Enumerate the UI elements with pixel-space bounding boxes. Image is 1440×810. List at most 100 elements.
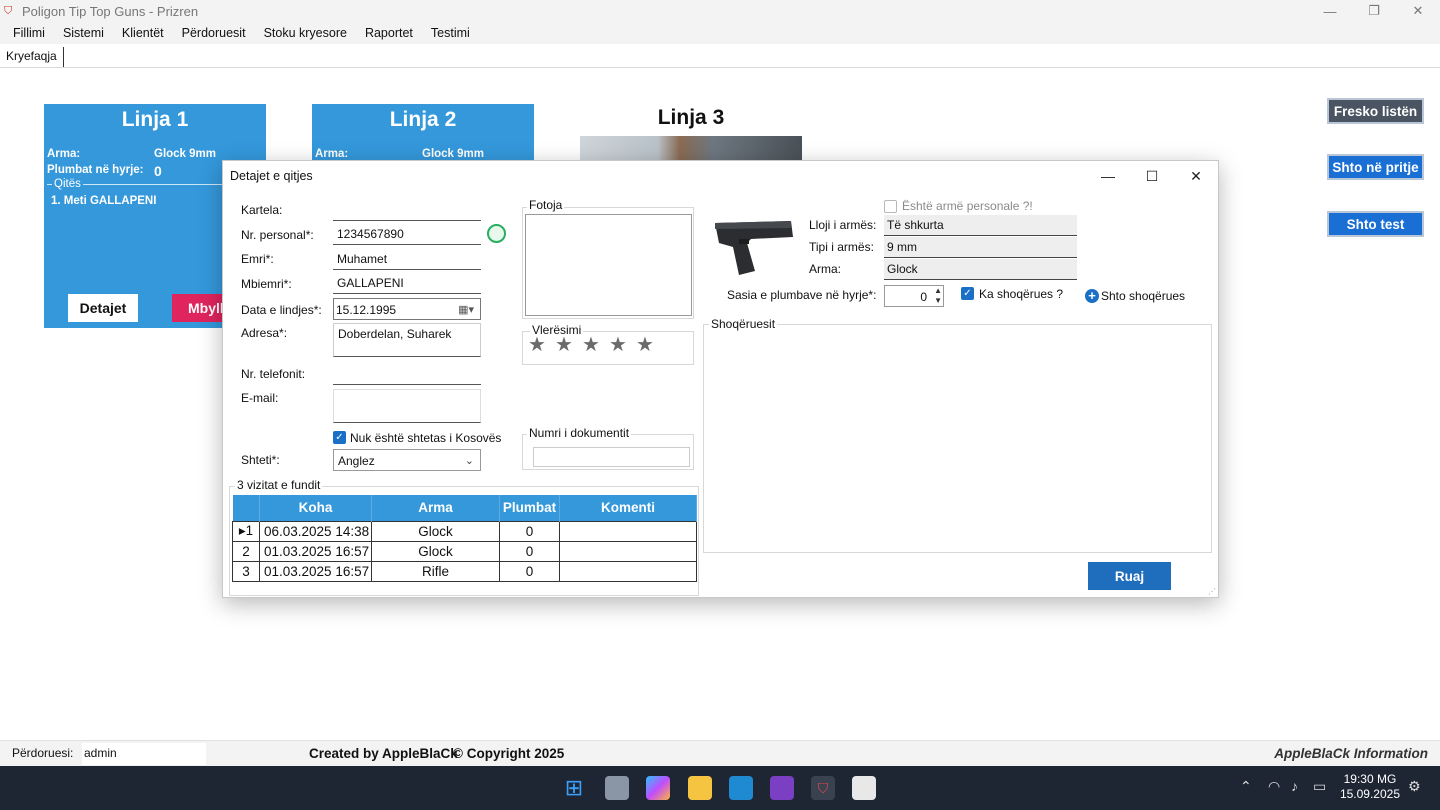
menu-testimi[interactable]: Testimi <box>422 26 479 40</box>
taskbar: ⊞ ⛉ ⌃ ◠ ♪ ▭ 19:30 MG 15.09.2025 ⚙ <box>0 766 1440 810</box>
stepper-arrows-icon[interactable]: ▲ ▼ <box>934 286 942 306</box>
copilot-icon[interactable] <box>646 776 670 800</box>
not-kosovo-label: Nuk është shtetas i Kosovës <box>350 431 502 445</box>
star-icon[interactable]: ★ <box>609 332 627 357</box>
tipi-label: Tipi i armës: <box>809 240 874 254</box>
menu-bar: Fillimi Sistemi Klientët Përdoruesit Sto… <box>0 22 1440 44</box>
dob-value: 15.12.1995 <box>336 303 397 317</box>
clock-date: 15.09.2025 <box>1339 787 1400 801</box>
visits-header-row: Koha Arma Plumbat Komenti <box>232 495 697 521</box>
tab-kryefaqja[interactable]: Kryefaqja <box>0 47 64 67</box>
add-companion-button[interactable]: Shto shoqërues <box>1101 289 1185 303</box>
photo-group <box>522 207 694 319</box>
info-link[interactable]: AppleBlaCk Information <box>1274 746 1428 761</box>
close-icon[interactable]: ✕ <box>1396 0 1440 22</box>
calendar-icon[interactable]: ▦▾ <box>458 299 474 321</box>
table-row[interactable]: ▸1 06.03.2025 14:38 Glock 0 <box>232 520 697 542</box>
tipi-value[interactable]: 9 mm <box>884 237 1077 258</box>
chevron-up-icon[interactable]: ⌃ <box>1240 778 1252 795</box>
line-1-arma-label: Arma: <box>47 148 81 160</box>
tel-input[interactable] <box>333 363 481 385</box>
shteti-select[interactable]: Anglez ⌄ <box>333 449 481 471</box>
adresa-label: Adresa*: <box>241 326 288 340</box>
restore-icon[interactable]: ❐ <box>1352 0 1396 22</box>
cell-plumbat: 0 <box>499 520 560 542</box>
not-kosovo-checkbox[interactable]: ✓ <box>333 431 346 444</box>
store-icon[interactable] <box>729 776 753 800</box>
bullets-value: 0 <box>920 290 927 304</box>
dialog-maximize-icon[interactable]: ☐ <box>1130 161 1174 191</box>
email-input[interactable] <box>333 389 481 423</box>
file-explorer-icon[interactable] <box>688 776 712 800</box>
menu-perdoruesit[interactable]: Përdoruesit <box>173 26 255 40</box>
refresh-list-button[interactable]: Fresko listën <box>1327 98 1424 124</box>
windows-start-icon[interactable]: ⊞ <box>562 775 586 800</box>
personal-weapon-label: Është armë personale ?! <box>902 199 1033 213</box>
app-titlebar: ⛉ Poligon Tip Top Guns - Prizren — ❐ ✕ <box>0 0 1440 22</box>
cell-koha: 06.03.2025 14:38 <box>259 520 372 542</box>
resize-grip-icon[interactable]: ⋰ <box>1208 587 1216 596</box>
companions-checkbox[interactable]: ✓ <box>961 287 974 300</box>
add-companion-icon[interactable]: + <box>1085 289 1099 303</box>
clock-time: 19:30 MG <box>1343 772 1397 786</box>
battery-icon[interactable]: ▭ <box>1313 778 1326 795</box>
search-person-icon[interactable] <box>487 224 506 243</box>
kartela-input[interactable] <box>333 199 481 221</box>
photo-frame[interactable] <box>525 214 692 316</box>
minimize-icon[interactable]: — <box>1308 0 1352 22</box>
adresa-input[interactable]: Doberdelan, Suharek <box>333 323 481 357</box>
cell-komenti <box>559 520 697 542</box>
line-1-shooter: 1. Meti GALLAPENI <box>51 195 157 207</box>
dialog-close-icon[interactable]: ✕ <box>1174 161 1218 191</box>
star-icon[interactable]: ★ <box>636 332 654 357</box>
menu-sistemi[interactable]: Sistemi <box>54 26 113 40</box>
bullets-label: Sasia e plumbave në hyrje*: <box>727 288 877 302</box>
personal-weapon-checkbox[interactable] <box>884 200 897 213</box>
mbiemri-input[interactable]: GALLAPENI <box>333 272 481 294</box>
star-icon[interactable]: ★ <box>582 332 600 357</box>
nr-personal-input[interactable]: 1234567890 <box>333 223 481 245</box>
table-row[interactable]: 3 01.03.2025 16:57 Rifle 0 <box>232 560 697 582</box>
line-1-arma-value: Glock 9mm <box>154 148 216 160</box>
bullets-stepper[interactable]: 0 ▲ ▼ <box>884 285 944 307</box>
tab-strip: Kryefaqja <box>0 44 1440 68</box>
app-taskbar-icon[interactable]: ⛉ <box>811 776 835 800</box>
wifi-icon[interactable]: ◠ <box>1268 778 1280 795</box>
visits-label: 3 vizitat e fundit <box>235 478 323 492</box>
table-row[interactable]: 2 01.03.2025 16:57 Glock 0 <box>232 540 697 562</box>
doc-label: Numri i dokumentit <box>527 426 632 440</box>
lloji-value[interactable]: Të shkurta <box>884 215 1077 236</box>
task-view-icon[interactable] <box>605 776 629 800</box>
dob-picker[interactable]: 15.12.1995 ▦▾ <box>333 298 481 320</box>
visual-studio-icon[interactable] <box>770 776 794 800</box>
col-arma[interactable]: Arma <box>371 495 500 521</box>
arma-value[interactable]: Glock <box>884 259 1077 280</box>
line-2-title: Linja 2 <box>389 108 457 131</box>
dialog-minimize-icon[interactable]: — <box>1086 161 1130 191</box>
menu-stoku[interactable]: Stoku kryesore <box>255 26 356 40</box>
save-button[interactable]: Ruaj <box>1088 562 1171 590</box>
cell-arma: Glock <box>371 520 500 542</box>
arma-label: Arma: <box>809 262 842 276</box>
snipping-tool-icon[interactable] <box>852 776 876 800</box>
doc-input[interactable] <box>533 447 690 467</box>
row-index: ▸1 <box>232 520 260 542</box>
details-button[interactable]: Detajet <box>68 294 138 322</box>
kartela-label: Kartela: <box>241 203 283 217</box>
clock[interactable]: 19:30 MG 15.09.2025 <box>1340 772 1400 802</box>
mbiemri-label: Mbiemri*: <box>241 277 292 291</box>
add-to-queue-button[interactable]: Shto në pritje <box>1327 154 1424 180</box>
emri-input[interactable]: Muhamet <box>333 248 481 270</box>
user-value: admin <box>82 743 206 765</box>
volume-icon[interactable]: ♪ <box>1291 778 1298 794</box>
menu-raportet[interactable]: Raportet <box>356 26 422 40</box>
col-koha[interactable]: Koha <box>259 495 372 521</box>
menu-klientet[interactable]: Klientët <box>113 26 173 40</box>
col-plumbat[interactable]: Plumbat <box>499 495 560 521</box>
lloji-label: Lloji i armës: <box>809 218 877 232</box>
shooting-details-dialog: Detajet e qitjes — ☐ ✕ Kartela: Nr. pers… <box>222 160 1219 598</box>
add-test-button[interactable]: Shto test <box>1327 211 1424 237</box>
col-komenti[interactable]: Komenti <box>559 495 697 521</box>
notification-icon[interactable]: ⚙ <box>1408 778 1421 795</box>
menu-fillimi[interactable]: Fillimi <box>4 26 54 40</box>
